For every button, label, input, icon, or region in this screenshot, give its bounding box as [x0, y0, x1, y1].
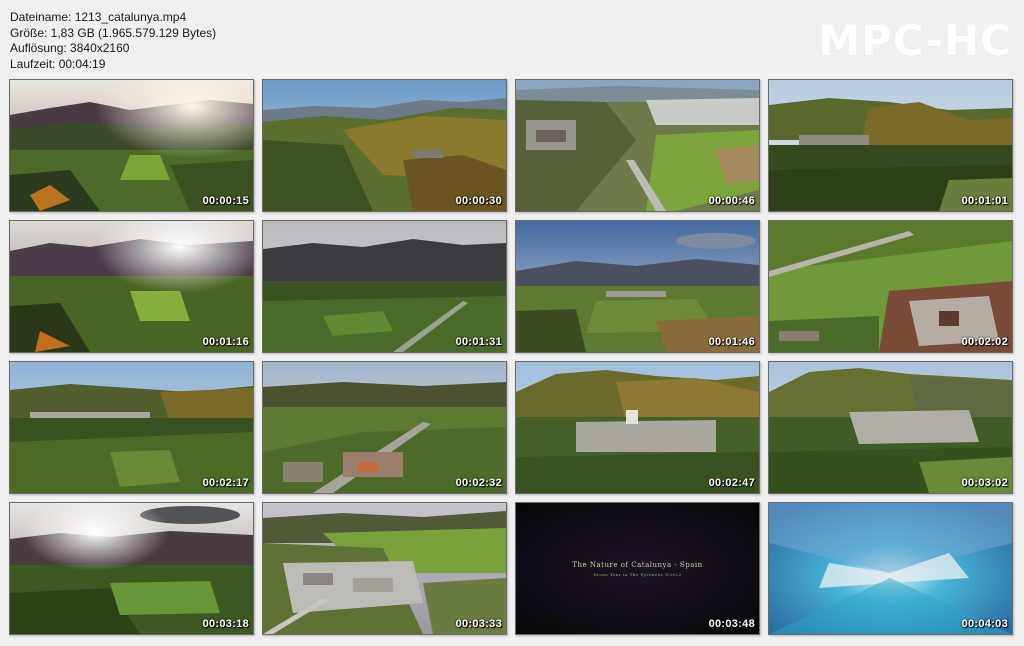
scene-valley-sunset-image	[10, 221, 253, 352]
video-duration: Laufzeit: 00:04:19	[10, 56, 106, 71]
thumbnail-timestamp: 00:03:48	[708, 618, 755, 630]
file-info: Dateiname: 1213_catalunya.mp4 Größe: 1,8…	[10, 10, 216, 72]
scene-valley-sunset-image	[10, 503, 253, 634]
thumbnail[interactable]: 00:00:30	[262, 79, 507, 212]
video-resolution: Auflösung: 3840x2160	[10, 41, 130, 55]
scene-town-aerial-image	[263, 503, 506, 634]
thumbnail-timestamp: 00:00:30	[455, 195, 502, 207]
scene-forest-village-image	[769, 80, 1012, 211]
scene-blue-zoom-image	[769, 503, 1012, 634]
thumbnail[interactable]: 00:01:46	[515, 220, 760, 353]
thumbnail[interactable]: 00:02:17	[9, 361, 254, 494]
thumbnail[interactable]: 00:03:02	[768, 361, 1013, 494]
thumbnail-timestamp: 00:04:03	[961, 618, 1008, 630]
title-card-sub: Drone Tour in The Pyrenees ©2022	[593, 572, 682, 577]
thumbnail[interactable]: 00:01:31	[262, 220, 507, 353]
thumbnail-timestamp: 00:02:47	[708, 477, 755, 489]
scene-mountain-town-image	[516, 362, 759, 493]
thumbnail-timestamp: 00:01:46	[708, 336, 755, 348]
scene-open-valley-image	[516, 221, 759, 352]
scene-town-road-image	[263, 362, 506, 493]
thumbnail[interactable]: 00:00:46	[515, 79, 760, 212]
title-card-main: The Nature of Catalunya - Spain	[572, 561, 703, 569]
scene-forest-village-image	[10, 362, 253, 493]
thumbnail[interactable]: 00:03:33	[262, 502, 507, 635]
file-name: Dateiname: 1213_catalunya.mp4	[10, 10, 187, 24]
thumbnail[interactable]: 00:02:32	[262, 361, 507, 494]
thumbnail[interactable]: The Nature of Catalunya - Spain Drone To…	[515, 502, 760, 635]
thumbnail-timestamp: 00:02:17	[202, 477, 249, 489]
thumbnail[interactable]: 00:01:16	[9, 220, 254, 353]
thumbnail-grid: 00:00:15 00:00:30 00:00:46 00:01:01 00:0…	[9, 79, 1015, 635]
thumbnail-timestamp: 00:02:02	[961, 336, 1008, 348]
scene-village-fields-image	[516, 80, 759, 211]
thumbnail-timestamp: 00:03:18	[202, 618, 249, 630]
thumbnail-timestamp: 00:01:16	[202, 336, 249, 348]
thumbnail[interactable]: 00:02:02	[768, 220, 1013, 353]
thumbnail-timestamp: 00:03:02	[961, 477, 1008, 489]
thumbnail-timestamp: 00:03:33	[455, 618, 502, 630]
thumbnail[interactable]: 00:02:47	[515, 361, 760, 494]
scene-valley-sunset-image	[10, 80, 253, 211]
thumbnail-timestamp: 00:01:31	[455, 336, 502, 348]
scene-forest-hills-image	[263, 80, 506, 211]
scene-rooftops-image	[769, 221, 1012, 352]
thumbnail[interactable]: 00:03:18	[9, 502, 254, 635]
scene-dark-valley-image	[263, 221, 506, 352]
thumbnail-timestamp: 00:01:01	[961, 195, 1008, 207]
scene-mountain-town-image	[769, 362, 1012, 493]
mpc-hc-logo: MPC-HC	[818, 16, 1012, 65]
thumbnail-timestamp: 00:00:15	[202, 195, 249, 207]
thumbnail-timestamp: 00:00:46	[708, 195, 755, 207]
file-size: Größe: 1,83 GB (1.965.579.129 Bytes)	[10, 25, 217, 40]
thumbnail-timestamp: 00:02:32	[455, 477, 502, 489]
thumbnail[interactable]: 00:04:03	[768, 502, 1013, 635]
thumbnail[interactable]: 00:00:15	[9, 79, 254, 212]
thumbnail[interactable]: 00:01:01	[768, 79, 1013, 212]
title-card-text: The Nature of Catalunya - Spain Drone To…	[516, 561, 759, 579]
